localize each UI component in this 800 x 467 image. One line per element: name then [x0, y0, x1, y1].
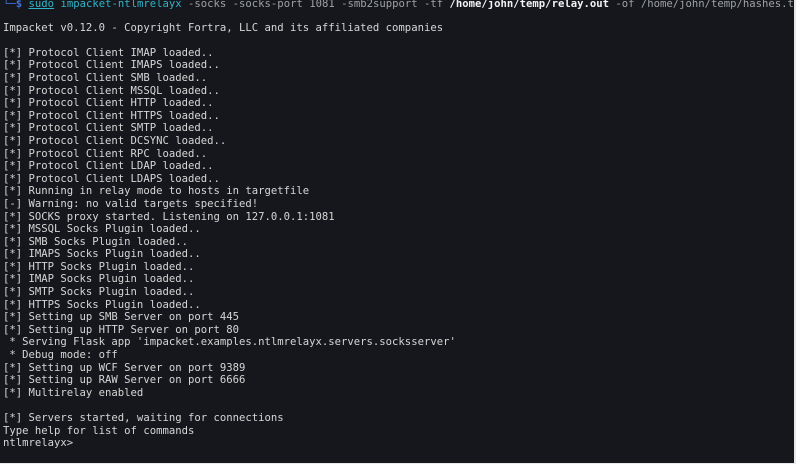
command-args-of: -of: [608, 0, 641, 10]
output-line: [*] Protocol Client MSSQL loaded..: [3, 84, 220, 97]
output-block: [*] Protocol Client IMAP loaded.. [*] Pr…: [3, 47, 794, 400]
prompt-corner-glyph: └─: [3, 0, 16, 10]
output-line: [*] Protocol Client LDAPS loaded..: [3, 172, 220, 185]
command-target-file: /home/john/temp/relay.out: [449, 0, 609, 10]
output-line: [*] Multirelay enabled: [3, 386, 144, 399]
output-line: [*] Protocol Client LDAP loaded..: [3, 160, 214, 173]
command-line: └─$ sudo impacket-ntlmrelayx -socks -soc…: [3, 0, 794, 11]
banner-line: Impacket v0.12.0 - Copyright Fortra, LLC…: [3, 21, 444, 34]
output-line: [*] Running in relay mode to hosts in ta…: [3, 185, 310, 198]
output-line: [*] Protocol Client IMAP loaded..: [3, 46, 214, 59]
output-line: [*] SOCKS proxy started. Listening on 12…: [3, 210, 335, 223]
prompt-label: ntlmrelayx>: [3, 437, 74, 450]
command-output-file: /home/john/temp/hashes.txt: [640, 0, 796, 10]
output-line: [*] Setting up RAW Server on port 6666: [3, 374, 246, 387]
output-line: [*] Protocol Client HTTPS loaded..: [3, 109, 220, 122]
output-line: [*] Protocol Client SMTP loaded..: [3, 122, 214, 135]
help-hint-line: Type help for list of commands: [3, 424, 195, 437]
terminal-window[interactable]: └─$ sudo impacket-ntlmrelayx -socks -soc…: [0, 0, 796, 464]
output-line: [*] Protocol Client IMAPS loaded..: [3, 59, 220, 72]
command-program: impacket-ntlmrelayx: [60, 0, 182, 10]
output-line: [*] MSSQL Socks Plugin loaded..: [3, 223, 201, 236]
output-line: [*] HTTPS Socks Plugin loaded..: [3, 298, 201, 311]
output-line: [*] IMAP Socks Plugin loaded..: [3, 273, 195, 286]
command-args: -socks -socks-port 1081 -smb2support -tf: [181, 0, 450, 10]
command-sudo: sudo: [28, 0, 55, 10]
output-line: [*] Protocol Client RPC loaded..: [3, 147, 208, 160]
prompt-dollar: $: [15, 0, 23, 10]
ntlmrelayx-prompt[interactable]: ntlmrelayx>: [3, 437, 794, 450]
output-line: [*] Setting up HTTP Server on port 80: [3, 323, 239, 336]
servers-started-line: [*] Servers started, waiting for connect…: [3, 412, 284, 424]
output-line: [*] SMTP Socks Plugin loaded..: [3, 286, 195, 299]
output-line: [*] Protocol Client SMB loaded..: [3, 71, 208, 84]
text-cursor: [73, 437, 79, 448]
output-line: [*] Protocol Client DCSYNC loaded..: [3, 134, 227, 147]
output-line: [*] Setting up SMB Server on port 445: [3, 311, 239, 324]
output-line: * Debug mode: off: [3, 349, 118, 362]
output-line: [*] IMAPS Socks Plugin loaded..: [3, 248, 201, 261]
output-line: * Serving Flask app 'impacket.examples.n…: [3, 336, 456, 349]
output-line: [*] HTTP Socks Plugin loaded..: [3, 260, 195, 273]
output-line: [*] SMB Socks Plugin loaded..: [3, 235, 188, 248]
output-line: [*] Protocol Client HTTP loaded..: [3, 97, 214, 110]
warning-line: [-] Warning: no valid targets specified!: [3, 197, 259, 210]
output-line: [*] Setting up WCF Server on port 9389: [3, 361, 246, 374]
